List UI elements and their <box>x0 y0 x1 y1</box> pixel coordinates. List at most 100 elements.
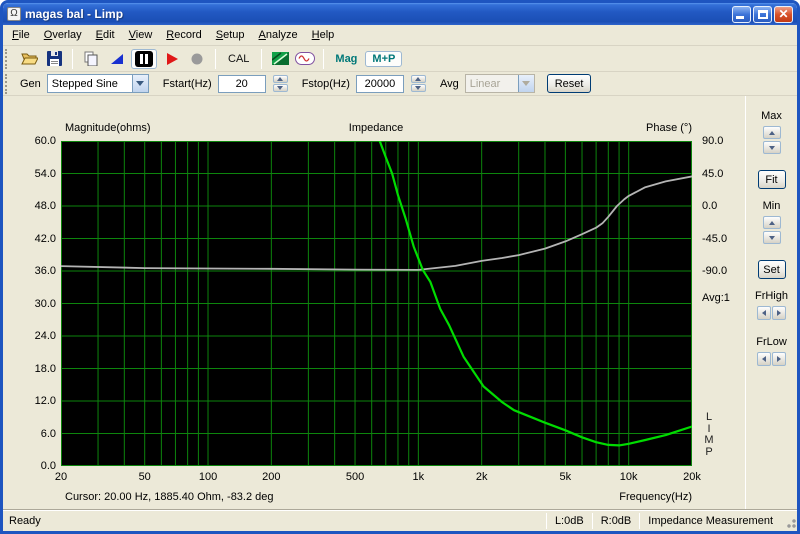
y-right-tick: -45.0 <box>702 232 728 245</box>
x-axis-tick: 20k <box>683 471 701 483</box>
control-bar: Gen Stepped Sine Fstart(Hz) 20 Fstop(Hz)… <box>3 72 797 96</box>
resize-grip[interactable] <box>783 512 797 529</box>
fit-button[interactable]: Fit <box>757 170 786 189</box>
open-icon[interactable] <box>19 49 39 69</box>
menu-view[interactable]: View <box>122 26 160 44</box>
y-left-tick: 36.0 <box>34 265 56 277</box>
y-right-tick: 45.0 <box>702 167 724 180</box>
flag-icon[interactable] <box>106 49 126 69</box>
status-bar: Ready L:0dB R:0dB Impedance Measurement <box>3 509 797 531</box>
x-axis-tick: 2k <box>475 471 488 483</box>
x-axis-tick: 5k <box>559 471 572 483</box>
status-left-db: L:0dB <box>554 514 584 527</box>
max-label: Max <box>761 110 782 122</box>
chart-panel: Magnitude(ohms) Impedance Phase (°) Avg:… <box>3 96 745 509</box>
x-axis-tick: 50 <box>138 471 151 483</box>
magnitude-curve <box>378 141 692 447</box>
pause-button[interactable] <box>131 48 157 69</box>
frhigh-right-icon <box>772 306 786 320</box>
status-right-db: R:0dB <box>600 514 632 527</box>
y-left-tick: 6.0 <box>40 427 56 440</box>
y-left-tick: 0.0 <box>40 460 56 472</box>
gen-label: Gen <box>20 77 41 90</box>
menu-bar: File Overlay Edit View Record Setup Anal… <box>3 25 797 46</box>
min-label: Min <box>762 200 781 212</box>
fstart-input[interactable]: 20 <box>217 74 266 93</box>
menu-file[interactable]: File <box>5 26 37 44</box>
save-icon[interactable] <box>44 49 64 69</box>
toolbar-separator <box>261 48 263 69</box>
x-axis-tick: 500 <box>345 471 365 483</box>
toolbar-separator <box>72 48 73 69</box>
phase-curve <box>61 175 692 271</box>
chart-title: Impedance <box>348 122 404 134</box>
generator-select[interactable]: Stepped Sine <box>46 74 149 93</box>
side-panel: Max Fit Min Set FrHigh FrLow <box>745 96 797 509</box>
y-left-tick: 24.0 <box>34 330 56 342</box>
menu-analyze[interactable]: Analyze <box>252 26 305 44</box>
menu-setup[interactable]: Setup <box>209 26 252 44</box>
menu-record[interactable]: Record <box>159 26 208 44</box>
frhigh-left-icon <box>757 306 771 320</box>
toolbar: CAL Mag M+P <box>3 46 797 72</box>
frlow-label: FrLow <box>756 336 787 348</box>
y-right-tick: 90.0 <box>702 135 724 147</box>
max-up-icon <box>762 126 781 139</box>
status-mode: Impedance Measurement <box>648 514 773 527</box>
close-button[interactable]: ✕ <box>774 5 793 23</box>
maximize-button[interactable] <box>753 5 772 23</box>
minimize-button[interactable] <box>732 5 751 23</box>
chevron-down-icon <box>517 75 534 92</box>
impedance-plot-svg <box>61 141 692 466</box>
max-spinner[interactable] <box>762 126 781 154</box>
frlow-stepper[interactable] <box>757 352 786 366</box>
record-icon[interactable] <box>187 49 207 69</box>
generator-icon[interactable] <box>295 49 316 69</box>
phase-axis-title: Phase (°) <box>646 122 692 134</box>
window-title: magas bal - Limp <box>25 7 124 21</box>
play-icon[interactable] <box>162 49 182 69</box>
min-down-icon <box>762 231 781 244</box>
copy-icon[interactable] <box>81 49 101 69</box>
title-bar[interactable]: Ω magas bal - Limp ✕ <box>3 3 797 25</box>
toolbar-grip[interactable] <box>5 48 10 69</box>
y-left-tick: 12.0 <box>34 395 56 407</box>
control-bar-grip[interactable] <box>5 73 10 94</box>
mp-button[interactable]: M+P <box>365 50 403 67</box>
y-right-tick: -90.0 <box>702 265 728 277</box>
frlow-right-icon <box>772 352 786 366</box>
menu-edit[interactable]: Edit <box>89 26 122 44</box>
overlay-pattern-icon[interactable] <box>270 49 290 69</box>
cal-button[interactable]: CAL <box>224 53 253 65</box>
mag-button[interactable]: Mag <box>332 53 360 65</box>
fstop-spinner[interactable] <box>410 75 426 92</box>
spin-up-icon <box>272 75 288 83</box>
status-ready: Ready <box>9 514 41 527</box>
x-axis-tick: 20 <box>54 471 68 483</box>
toolbar-separator <box>323 48 325 69</box>
min-spinner[interactable] <box>762 216 781 244</box>
y-left-tick: 18.0 <box>34 362 56 375</box>
fstop-input[interactable]: 20000 <box>355 74 404 93</box>
min-up-icon <box>762 216 781 229</box>
y-left-tick: 42.0 <box>34 232 56 245</box>
limp-window: Ω magas bal - Limp ✕ File Overlay Edit V… <box>0 0 800 534</box>
frequency-axis-label: Frequency(Hz) <box>619 491 692 503</box>
y-left-tick: 54.0 <box>34 167 56 180</box>
menu-overlay[interactable]: Overlay <box>37 26 89 44</box>
fstart-label: Fstart(Hz) <box>162 77 212 90</box>
avg-indicator: Avg:1 <box>702 292 730 304</box>
reset-button[interactable]: Reset <box>546 74 592 93</box>
menu-help[interactable]: Help <box>305 26 342 44</box>
chevron-down-icon[interactable] <box>131 75 148 92</box>
max-down-icon <box>762 141 781 154</box>
y-left-tick: 60.0 <box>34 135 56 147</box>
set-button[interactable]: Set <box>757 260 786 279</box>
frhigh-label: FrHigh <box>754 290 788 302</box>
frhigh-stepper[interactable] <box>757 306 786 320</box>
x-axis-tick: 1k <box>412 471 425 483</box>
fstart-spinner[interactable] <box>272 75 288 92</box>
magnitude-axis-title: Magnitude(ohms) <box>65 122 151 134</box>
plot-area[interactable] <box>61 141 692 466</box>
spin-up-icon <box>410 75 426 83</box>
